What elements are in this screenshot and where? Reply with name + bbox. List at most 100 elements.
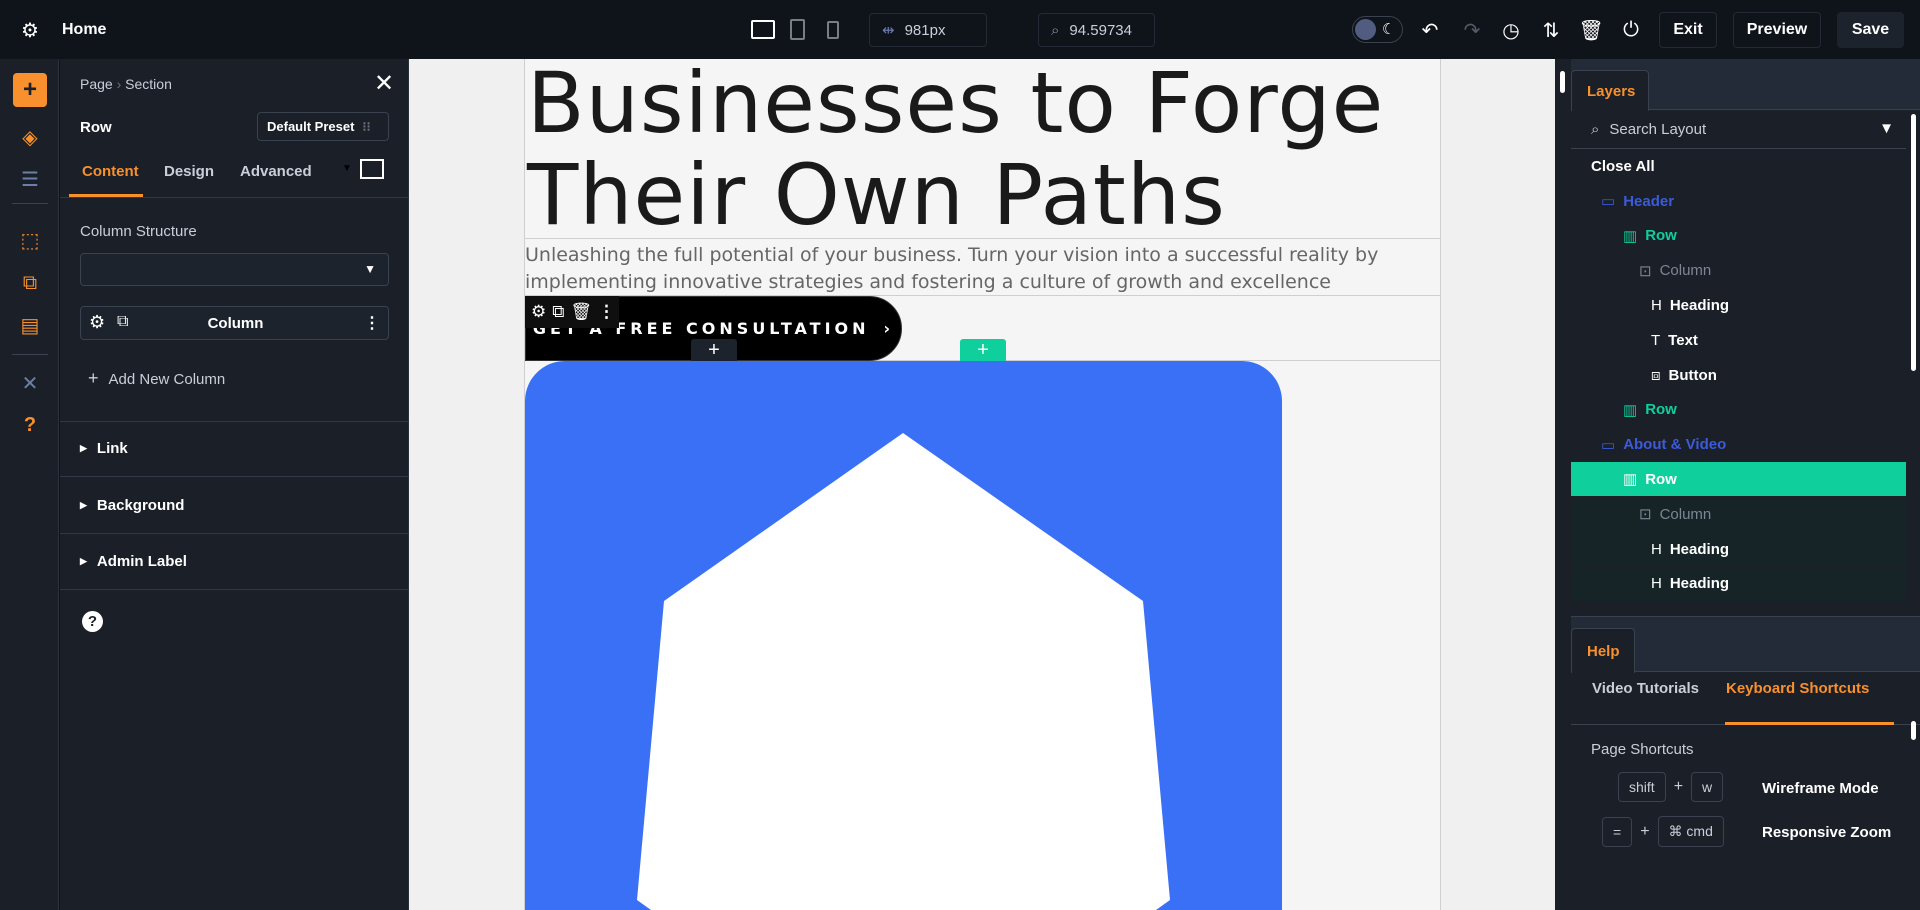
close-all-button[interactable]: Close All: [1591, 158, 1655, 175]
desktop-view-icon[interactable]: [360, 159, 384, 179]
caret-right-icon: ▶: [80, 500, 87, 510]
layers-scrollbar[interactable]: [1911, 114, 1916, 371]
layer-item-section[interactable]: ▭ About & Video: [1571, 428, 1906, 462]
select-icon[interactable]: ⬚: [13, 223, 47, 257]
divider: [12, 203, 48, 204]
tablet-icon[interactable]: [790, 19, 805, 40]
module-title: Row: [80, 119, 112, 136]
accordion-admin-label[interactable]: ▶ Admin Label: [80, 553, 187, 570]
tab-layers[interactable]: Layers: [1571, 70, 1649, 111]
undo-icon[interactable]: ↶: [1418, 18, 1442, 42]
row-icon: ▥: [1623, 471, 1638, 489]
section-icon: ▭: [1601, 436, 1616, 454]
scrollbar-thumb[interactable]: [1560, 71, 1565, 93]
tab-advanced[interactable]: Advanced: [240, 163, 312, 180]
layout-icon[interactable]: ☰: [13, 162, 47, 196]
close-icon[interactable]: ✕: [374, 69, 394, 98]
more-icon[interactable]: ⋮: [364, 313, 380, 333]
help-icon[interactable]: ?: [82, 611, 103, 632]
layer-item-text[interactable]: T Text: [1571, 323, 1906, 357]
zoom-field[interactable]: ⌕ 94.59734: [1038, 13, 1155, 47]
layer-label: Header: [1623, 192, 1675, 210]
gear-icon[interactable]: ⚙: [531, 302, 546, 322]
layer-search[interactable]: ⌕ Search Layout ▼: [1571, 111, 1906, 149]
canvas-scrollbar[interactable]: [1555, 59, 1571, 910]
multi-select-icon[interactable]: ⧉: [13, 266, 47, 300]
tab-keyboard-shortcuts[interactable]: Keyboard Shortcuts: [1726, 680, 1869, 697]
column-structure-select[interactable]: ▼: [80, 253, 389, 286]
module-toolbar: ⚙ ⧉ 🗑 ⋮: [525, 296, 619, 328]
preset-button[interactable]: Default Preset ⁝⁝: [257, 112, 389, 141]
preview-button[interactable]: Preview: [1733, 12, 1821, 48]
width-icon: ⇹: [882, 22, 895, 39]
column-icon: ⊡: [1639, 262, 1652, 280]
search-placeholder: Search Layout: [1609, 121, 1707, 138]
history-icon[interactable]: ◷: [1499, 18, 1523, 42]
caret-down-icon: ▼: [364, 262, 376, 276]
accordion-background[interactable]: ▶ Background: [80, 497, 184, 514]
tab-design[interactable]: Design: [164, 163, 214, 180]
gear-icon[interactable]: ⚙: [18, 18, 42, 42]
more-icon[interactable]: ⋮: [598, 302, 615, 322]
layer-label: Heading: [1669, 575, 1730, 593]
layer-item-button[interactable]: ⧈ Button: [1571, 358, 1906, 392]
redo-icon[interactable]: ↷: [1460, 18, 1484, 42]
tools-icon[interactable]: ✕: [13, 366, 47, 400]
tab-content[interactable]: Content: [82, 163, 139, 180]
heading[interactable]: Businesses to Forge Their Own Paths: [525, 59, 1440, 244]
layer-item-section[interactable]: ▭ Header: [1571, 184, 1906, 218]
dark-mode-toggle[interactable]: ☾: [1352, 16, 1403, 43]
image[interactable]: [525, 361, 1282, 910]
trash-icon[interactable]: 🗑: [1578, 18, 1603, 42]
layer-item-row[interactable]: ▥ Row: [1571, 462, 1906, 497]
layer-item-row[interactable]: ▥ Row: [1571, 393, 1906, 427]
sort-icon[interactable]: ⇅: [1539, 18, 1563, 42]
zoom-icon: ⌕: [1051, 21, 1060, 39]
exit-button[interactable]: Exit: [1659, 12, 1717, 48]
add-icon[interactable]: +: [13, 73, 47, 107]
divider: [60, 421, 409, 422]
layer-item-heading[interactable]: H Heading: [1571, 532, 1906, 566]
template-icon[interactable]: ▤: [13, 308, 47, 342]
shortcut-label: Wireframe Mode: [1762, 780, 1879, 797]
tab-video-tutorials[interactable]: Video Tutorials: [1592, 680, 1699, 697]
phone-icon[interactable]: [827, 21, 839, 39]
layer-item-heading[interactable]: H Heading: [1571, 566, 1906, 601]
accordion-label: Admin Label: [96, 553, 187, 570]
breadcrumb-page[interactable]: Page: [80, 76, 113, 92]
layer-item-column[interactable]: ⊡ Column: [1571, 254, 1906, 288]
help-icon[interactable]: ?: [13, 408, 47, 442]
tab-help[interactable]: Help: [1571, 628, 1635, 673]
add-module-button[interactable]: +: [691, 339, 737, 361]
desktop-icon[interactable]: [751, 20, 775, 39]
add-column-button[interactable]: + Add New Column: [88, 369, 225, 388]
layer-item-heading[interactable]: H Heading: [1571, 288, 1906, 322]
key: w: [1691, 772, 1724, 802]
add-row-button[interactable]: +: [960, 339, 1006, 361]
layer-item-column[interactable]: ⊡ Column: [1571, 497, 1906, 532]
layer-item-row[interactable]: ▥ Row: [1571, 219, 1906, 253]
left-rail: + ◈ ☰ ⬚ ⧉ ▤ ✕ ?: [0, 59, 59, 910]
save-button[interactable]: Save: [1837, 12, 1904, 48]
layers-icon[interactable]: ◈: [13, 120, 47, 154]
filter-icon[interactable]: ▼: [1879, 120, 1894, 137]
text[interactable]: Unleashing the full potential of your bu…: [525, 240, 1440, 296]
page-preview: Businesses to Forge Their Own Paths Unle…: [524, 59, 1441, 910]
column-item[interactable]: ⚙ ⧉ Column ⋮: [80, 306, 389, 340]
caret-down-icon[interactable]: ▼: [342, 163, 352, 174]
page-title: Home: [62, 21, 107, 38]
active-subtab-underline: [1725, 722, 1894, 725]
key: shift: [1618, 772, 1666, 802]
power-icon[interactable]: ⏻: [1619, 18, 1643, 42]
heading-line: Their Own Paths: [527, 146, 1226, 244]
layer-label: Heading: [1669, 540, 1730, 558]
duplicate-icon[interactable]: ⧉: [552, 302, 564, 322]
breadcrumb-section[interactable]: Section: [125, 76, 172, 92]
width-field[interactable]: ⇹ 981px: [869, 13, 987, 47]
settings-panel: Page › Section ✕ Row Default Preset ⁝⁝ Co…: [60, 59, 409, 910]
help-scrollbar[interactable]: [1911, 721, 1916, 740]
layer-label: About & Video: [1623, 436, 1727, 454]
trash-icon[interactable]: 🗑: [570, 302, 592, 322]
accordion-link[interactable]: ▶ Link: [80, 440, 128, 457]
layer-label: Column: [1659, 262, 1712, 280]
